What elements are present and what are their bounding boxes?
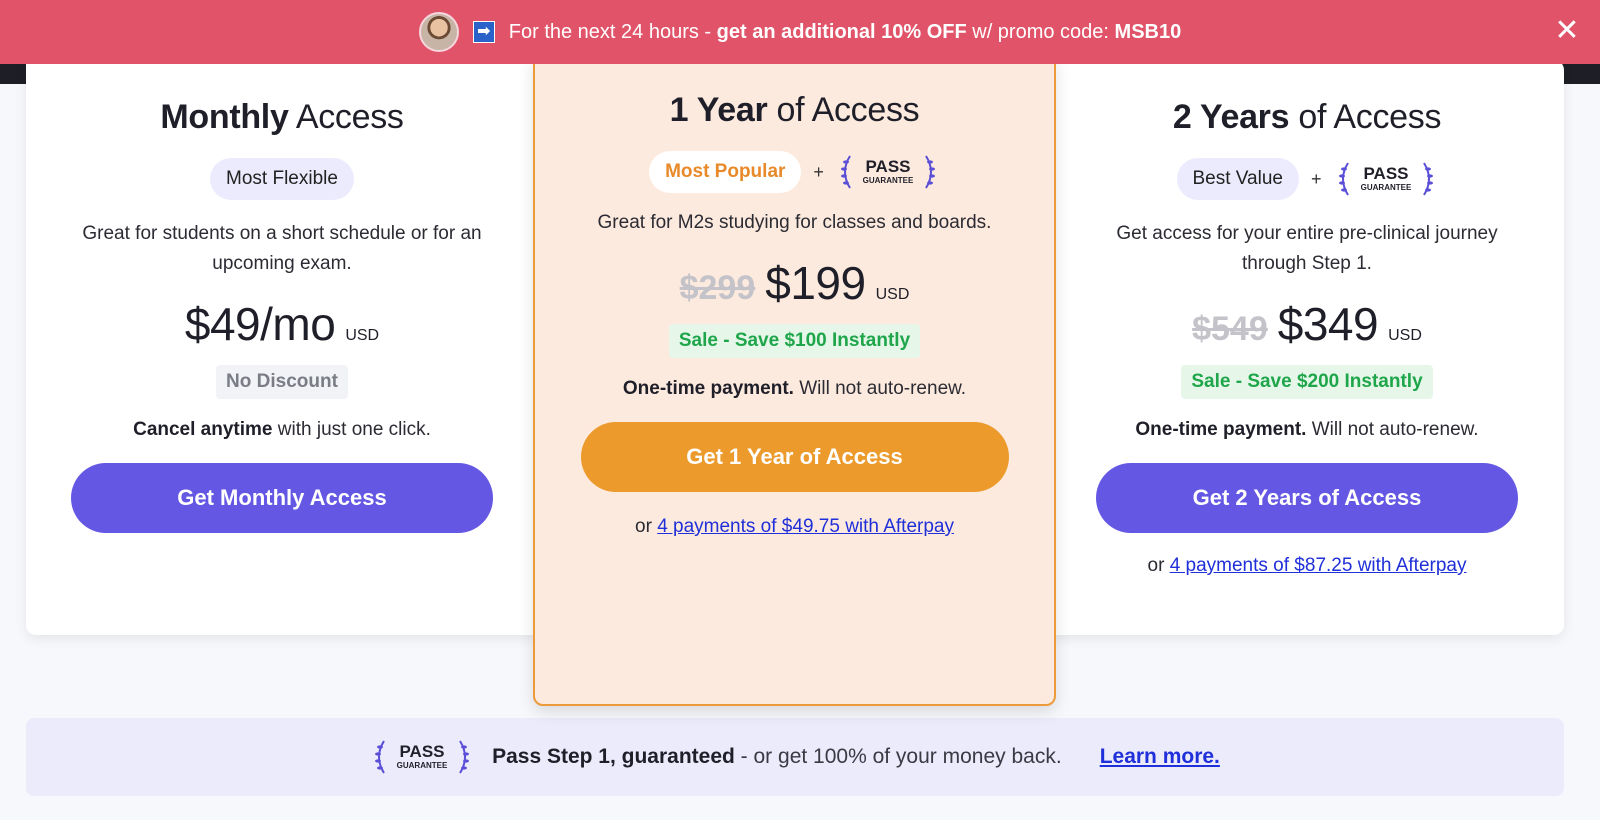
plan-note-rest: Will not auto-renew.	[793, 378, 967, 399]
promo-content: ➡ For the next 24 hours - get an additio…	[418, 12, 1181, 52]
plan-title-rest: Access	[288, 98, 404, 136]
plan-price: $349	[1277, 298, 1379, 350]
badge-row: Most Flexible	[210, 157, 354, 201]
plan-card-monthly: Monthly Access Most Flexible Great for s…	[26, 60, 538, 635]
pass-guarantee-logo: PASS GUARANTEE	[836, 150, 940, 194]
plan-title-rest: of Access	[767, 91, 920, 129]
arrow-right-icon: ➡	[472, 21, 495, 43]
plan-price: $199	[765, 257, 866, 309]
pricing-plans: Monthly Access Most Flexible Great for s…	[26, 56, 1564, 706]
svg-text:PASS: PASS	[1363, 164, 1408, 183]
plan-description: Great for M2s studying for classes and b…	[597, 212, 992, 233]
plan-title: Monthly Access	[160, 98, 404, 137]
plan-note-rest: Will not auto-renew.	[1306, 419, 1479, 440]
afterpay-prefix: or	[1147, 555, 1170, 576]
plan-title: 1 Year of Access	[670, 91, 920, 130]
afterpay-line: or 4 payments of $49.75 with Afterpay	[635, 516, 954, 538]
pass-guarantee-bar: PASS GUARANTEE Pass Step 1, guaranteed -…	[26, 718, 1564, 796]
plan-note-rest: with just one click.	[272, 419, 431, 440]
promo-text-bold: get an additional 10% OFF	[716, 20, 967, 43]
price-row: $549 $349 USD	[1192, 297, 1422, 351]
plan-badge: Most Popular	[649, 151, 802, 193]
svg-text:GUARANTEE: GUARANTEE	[1360, 183, 1411, 192]
plan-title-bold: Monthly	[160, 98, 289, 136]
plan-card-2-years: 2 Years of Access Best Value + PASS GUAR…	[1050, 60, 1564, 635]
guarantee-text: Pass Step 1, guaranteed - or get 100% of…	[492, 745, 1062, 769]
original-price: $299	[679, 269, 756, 307]
plan-description: Great for students on a short schedule o…	[82, 223, 482, 274]
original-price: $549	[1192, 310, 1268, 348]
get-2-years-access-button[interactable]: Get 2 Years of Access	[1096, 463, 1518, 533]
sale-tag: Sale - Save $200 Instantly	[1181, 365, 1433, 399]
plan-note: Cancel anytime with just one click.	[133, 419, 431, 441]
plan-note: One-time payment. Will not auto-renew.	[1135, 419, 1478, 441]
svg-text:GUARANTEE: GUARANTEE	[397, 761, 448, 770]
svg-text:GUARANTEE: GUARANTEE	[863, 176, 914, 185]
plan-note: One-time payment. Will not auto-renew.	[623, 378, 966, 400]
currency-label: USD	[1388, 327, 1422, 344]
plan-title-bold: 2 Years	[1172, 98, 1290, 136]
get-monthly-access-button[interactable]: Get Monthly Access	[71, 463, 493, 533]
promo-code: MSB10	[1114, 20, 1182, 43]
afterpay-link[interactable]: 4 payments of $87.25 with Afterpay	[1170, 555, 1467, 576]
currency-label: USD	[345, 327, 380, 344]
plan-badge: Most Flexible	[210, 158, 354, 200]
discount-tag: No Discount	[216, 365, 348, 399]
learn-more-link[interactable]: Learn more.	[1100, 745, 1220, 769]
afterpay-line: or 4 payments of $87.25 with Afterpay	[1148, 555, 1467, 577]
afterpay-prefix: or	[635, 516, 658, 537]
plan-description: Get access for your entire pre-clinical …	[1116, 223, 1498, 274]
price-row: $49/mo USD	[185, 297, 379, 351]
plan-title: 2 Years of Access	[1172, 98, 1442, 137]
badge-row: Most Popular + PASS GUARANTEE	[649, 150, 940, 194]
plan-note-bold: One-time payment.	[622, 378, 794, 399]
price-row: $299 $199 USD	[680, 256, 910, 310]
afterpay-link[interactable]: 4 payments of $49.75 with Afterpay	[657, 516, 954, 537]
plan-badge: Best Value	[1176, 158, 1299, 200]
plan-price: $49/mo	[184, 298, 336, 350]
badge-row: Best Value + PASS GUARANTEE	[1176, 157, 1438, 201]
promo-banner: ➡ For the next 24 hours - get an additio…	[0, 0, 1600, 64]
currency-label: USD	[875, 286, 910, 303]
plan-note-bold: One-time payment.	[1135, 419, 1307, 440]
plan-title-rest: of Access	[1289, 98, 1442, 136]
plus-sign: +	[1310, 168, 1322, 189]
sale-tag: Sale - Save $100 Instantly	[668, 324, 921, 358]
guarantee-text-bold: Pass Step 1, guaranteed	[492, 745, 735, 768]
promo-text-prefix: For the next 24 hours -	[508, 20, 717, 43]
plan-card-1-year: 1 Year of Access Most Popular + PASS GUA…	[533, 56, 1056, 706]
plan-title-bold: 1 Year	[669, 91, 768, 129]
svg-text:PASS: PASS	[400, 742, 445, 761]
svg-text:PASS: PASS	[865, 157, 910, 176]
close-icon[interactable]: ✕	[1552, 16, 1582, 46]
get-1-year-access-button[interactable]: Get 1 Year of Access	[580, 422, 1009, 492]
plus-sign: +	[813, 161, 824, 182]
promo-text: For the next 24 hours - get an additiona…	[509, 21, 1181, 44]
avatar	[418, 12, 459, 52]
promo-text-middle: w/ promo code:	[966, 20, 1115, 43]
plan-note-bold: Cancel anytime	[133, 419, 273, 440]
pass-guarantee-logo: PASS GUARANTEE	[370, 735, 474, 779]
guarantee-text-rest: - or get 100% of your money back.	[734, 745, 1062, 768]
pass-guarantee-logo: PASS GUARANTEE	[1334, 157, 1438, 201]
